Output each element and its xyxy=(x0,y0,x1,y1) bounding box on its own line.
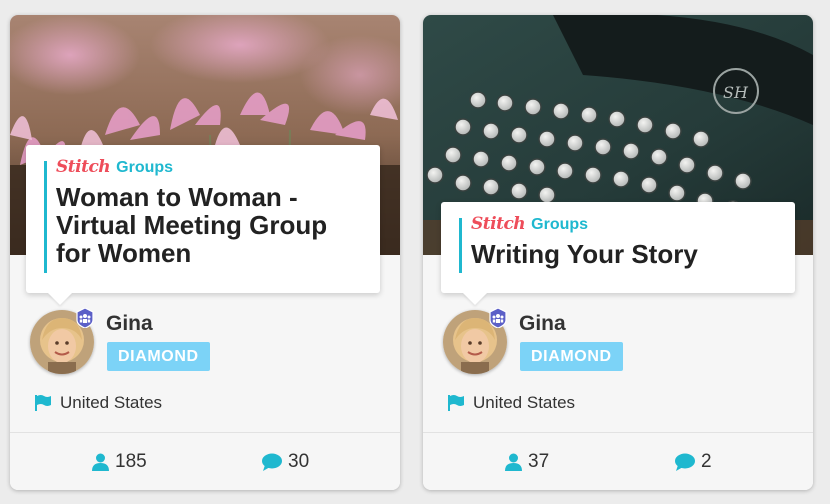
group-title-box[interactable]: Stitch Groups Writing Your Story xyxy=(441,202,795,293)
location-label: United States xyxy=(473,393,576,412)
speech-bubble-icon xyxy=(675,453,695,471)
comments-count[interactable]: 30 xyxy=(262,451,309,473)
brand-line: Stitch Groups xyxy=(471,214,779,234)
members-count[interactable]: 37 xyxy=(505,451,549,473)
host-badge-icon xyxy=(76,307,94,329)
members-count-value: 185 xyxy=(115,451,147,472)
location: United States xyxy=(447,393,575,413)
members-count-value: 37 xyxy=(528,451,550,472)
card-stats: 185 30 xyxy=(10,432,400,490)
flag-icon xyxy=(448,395,464,411)
group-title-box[interactable]: Stitch Groups Woman to Woman - Virtual M… xyxy=(26,145,380,293)
comments-count-value: 2 xyxy=(701,451,712,472)
host-info: Gina DIAMOND xyxy=(443,307,783,374)
groups-tag: Groups xyxy=(116,159,174,176)
host-name[interactable]: Gina xyxy=(519,312,566,336)
tier-badge: DIAMOND xyxy=(520,342,623,371)
group-title[interactable]: Woman to Woman - Virtual Meeting Group f… xyxy=(56,183,364,267)
host-name[interactable]: Gina xyxy=(106,312,153,336)
members-count[interactable]: 185 xyxy=(92,451,147,473)
person-icon xyxy=(505,453,522,471)
group-title[interactable]: Writing Your Story xyxy=(471,240,779,268)
comments-count-value: 30 xyxy=(288,451,310,472)
group-card[interactable]: Stitch Groups Woman to Woman - Virtual M… xyxy=(10,15,400,490)
brand-line: Stitch Groups xyxy=(56,157,364,177)
location: United States xyxy=(34,393,162,413)
comments-count[interactable]: 2 xyxy=(675,451,712,473)
tier-badge: DIAMOND xyxy=(107,342,210,371)
host-info: Gina DIAMOND xyxy=(30,307,370,374)
groups-tag: Groups xyxy=(531,216,589,233)
stitch-logo: Stitch xyxy=(471,214,526,234)
person-icon xyxy=(92,453,109,471)
flag-icon xyxy=(35,395,51,411)
svg-text:SH: SH xyxy=(723,83,749,102)
speech-bubble-icon xyxy=(262,453,282,471)
stitch-logo: Stitch xyxy=(56,157,111,177)
card-stats: 37 2 xyxy=(423,432,813,490)
group-card[interactable]: SH Stitch Groups Writing Your Story Gina… xyxy=(423,15,813,490)
location-label: United States xyxy=(60,393,163,412)
host-badge-icon xyxy=(489,307,507,329)
